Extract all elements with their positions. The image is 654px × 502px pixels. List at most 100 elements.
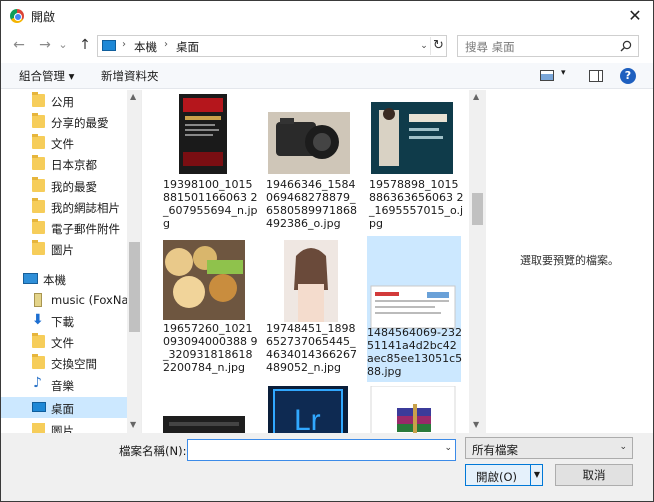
file-item[interactable]: 19657260_1021093094000388 9_320931818618… xyxy=(163,238,257,378)
file-list-scrollbar[interactable]: ▲ ▼ xyxy=(469,90,486,433)
view-mode-dropdown-icon[interactable]: ▾ xyxy=(561,68,566,78)
sidebar-item-label: 分享的最愛 xyxy=(51,116,109,130)
cancel-button[interactable]: 取消 xyxy=(555,464,633,486)
file-item[interactable]: 19466346_1584069468278879_65805899718684… xyxy=(266,90,360,236)
folder-icon xyxy=(32,92,45,107)
sidebar-item-public[interactable]: 公用 xyxy=(1,90,127,111)
sidebar-item-label: 桌面 xyxy=(51,402,74,416)
breadcrumb-desktop[interactable]: 桌面 xyxy=(176,39,199,55)
scroll-down-arrow-icon[interactable]: ▼ xyxy=(473,420,479,429)
filename-label: 檔案名稱(N): xyxy=(119,444,187,458)
navigation-bar: ← → ⌄ ↑ › 本機 › 桌面 ⌄ ↻ 搜尋 桌面 xyxy=(1,31,653,61)
sidebar-item-kyoto[interactable]: 日本京都 xyxy=(1,153,127,174)
computer-icon xyxy=(23,273,38,284)
file-item[interactable]: 19748451_1898652737065445_46340143662674… xyxy=(266,238,360,378)
sidebar-item-email-attachments[interactable]: 電子郵件附件 xyxy=(1,217,127,238)
sidebar-item-label: 我的網誌相片 xyxy=(51,201,120,215)
sidebar-scroll-thumb[interactable] xyxy=(129,242,140,332)
title-bar: 開啟 ✕ xyxy=(1,1,653,31)
up-arrow-icon[interactable]: ↑ xyxy=(75,35,95,55)
file-item[interactable]: Lr xyxy=(266,386,360,433)
sidebar-item-swap-space[interactable]: 交換空間 xyxy=(1,352,127,373)
sidebar-item-label: 交換空間 xyxy=(51,357,97,371)
sidebar-item-this-pc[interactable]: 本機 xyxy=(1,268,127,289)
breadcrumb-this-pc[interactable]: 本機 xyxy=(134,39,157,55)
sidebar-item-music[interactable]: ♪ 音樂 xyxy=(1,374,127,395)
file-thumbnail xyxy=(370,285,456,329)
folder-icon xyxy=(32,198,45,213)
sidebar-item-label: 本機 xyxy=(43,273,66,287)
preview-pane: 選取要預覽的檔案。 xyxy=(487,90,653,433)
file-item[interactable]: 19398100_1015881501166063 2_607955694_n.… xyxy=(163,90,258,236)
sidebar-item-documents-pc[interactable]: 文件 xyxy=(1,331,127,352)
preview-message: 選取要預覽的檔案。 xyxy=(520,254,619,267)
file-item[interactable] xyxy=(163,386,257,433)
preview-pane-icon[interactable] xyxy=(589,70,603,82)
music-note-icon: ♪ xyxy=(33,375,42,391)
file-name: 19748451_1898652737065445_46340143662674… xyxy=(266,322,357,374)
file-thumbnail xyxy=(179,94,227,174)
network-drive-icon xyxy=(34,293,42,307)
help-icon[interactable]: ? xyxy=(620,68,636,84)
sidebar-scrollbar[interactable]: ▲ ▼ xyxy=(127,90,141,433)
recent-locations-chevron-icon[interactable]: ⌄ xyxy=(57,35,69,55)
new-folder-button[interactable]: 新增資料夾 xyxy=(101,68,159,84)
scroll-up-arrow-icon[interactable]: ▲ xyxy=(473,92,479,101)
address-bar[interactable]: › 本機 › 桌面 ⌄ ↻ xyxy=(97,35,447,57)
file-name: 19466346_1584069468278879_65805899718684… xyxy=(266,178,357,230)
file-item[interactable]: 19578898_1015886363656063 2_1695557015_o… xyxy=(369,90,463,236)
dialog-footer: 檔案名稱(N): ⌄ 所有檔案 ⌄ 開啟(O) ▼ 取消 xyxy=(1,433,653,501)
sidebar-item-documents[interactable]: 文件 xyxy=(1,132,127,153)
sidebar-item-label: 公用 xyxy=(51,95,74,109)
filetype-value: 所有檔案 xyxy=(472,443,518,457)
sidebar-item-label: 音樂 xyxy=(51,379,74,393)
pictures-icon xyxy=(32,423,45,433)
command-toolbar: 組合管理 ▾ 新增資料夾 ▾ ? xyxy=(1,63,653,89)
sidebar-item-label: 電子郵件附件 xyxy=(51,222,120,236)
file-thumbnail xyxy=(268,112,350,174)
file-item-selected[interactable]: 1484564069-23251141a4d2bc42aec85ee13051c… xyxy=(367,236,463,382)
winrar-archive-icon xyxy=(370,386,456,433)
filename-input[interactable]: ⌄ xyxy=(187,439,456,461)
open-button-label: 開啟(O) xyxy=(476,470,518,484)
file-item[interactable] xyxy=(369,386,463,433)
address-dropdown-icon[interactable]: ⌄ xyxy=(417,38,431,54)
filename-history-dropdown-icon[interactable]: ⌄ xyxy=(444,443,452,453)
file-name: 1484564069-23251141a4d2bc42aec85ee13051c… xyxy=(367,326,463,378)
sidebar-item-music-drive[interactable]: music (FoxNax) xyxy=(1,289,140,310)
sidebar-item-favorites[interactable]: 我的最愛 xyxy=(1,175,127,196)
sidebar-item-blog-photos[interactable]: 我的網誌相片 xyxy=(1,196,127,217)
sidebar-item-pictures-folder[interactable]: 圖片 xyxy=(1,238,127,259)
view-mode-icon[interactable] xyxy=(540,70,554,81)
scroll-down-arrow-icon[interactable]: ▼ xyxy=(130,420,136,429)
filetype-select[interactable]: 所有檔案 ⌄ xyxy=(465,437,633,459)
svg-text:Lr: Lr xyxy=(294,404,321,433)
sidebar-item-shared-favorites[interactable]: 分享的最愛 xyxy=(1,111,127,132)
sidebar-item-desktop[interactable]: 桌面 xyxy=(1,397,127,418)
back-arrow-icon[interactable]: ← xyxy=(9,35,29,55)
file-list-scroll-thumb[interactable] xyxy=(472,193,483,225)
folder-icon xyxy=(32,333,45,348)
desktop-icon xyxy=(32,402,46,412)
download-arrow-icon: ⬇ xyxy=(32,312,44,328)
search-icon[interactable] xyxy=(620,40,632,52)
sidebar-item-label: 文件 xyxy=(51,336,74,350)
scroll-up-arrow-icon[interactable]: ▲ xyxy=(130,92,136,101)
file-name: 19398100_1015881501166063 2_607955694_n.… xyxy=(163,178,258,230)
file-thumbnail xyxy=(284,240,338,322)
open-file-dialog: 開啟 ✕ ← → ⌄ ↑ › 本機 › 桌面 ⌄ ↻ 搜尋 桌面 組合管理 ▾ … xyxy=(0,0,654,502)
search-input[interactable]: 搜尋 桌面 xyxy=(457,35,639,57)
sidebar-item-pictures[interactable]: 圖片 xyxy=(1,419,127,433)
folder-icon xyxy=(32,177,45,192)
sidebar-item-label: 我的最愛 xyxy=(51,180,97,194)
sidebar-item-label: 圖片 xyxy=(51,243,74,257)
forward-arrow-icon[interactable]: → xyxy=(35,35,55,55)
close-button[interactable]: ✕ xyxy=(621,3,649,29)
organize-menu-button[interactable]: 組合管理 ▾ xyxy=(19,68,74,84)
refresh-icon[interactable]: ↻ xyxy=(430,37,446,55)
open-options-dropdown-icon[interactable]: ▼ xyxy=(530,464,543,486)
open-button[interactable]: 開啟(O) ▼ xyxy=(465,464,543,486)
sidebar-item-downloads[interactable]: ⬇ 下載 xyxy=(1,310,127,331)
file-list: 19398100_1015881501166063 2_607955694_n.… xyxy=(143,90,486,433)
search-placeholder: 搜尋 桌面 xyxy=(465,40,515,54)
